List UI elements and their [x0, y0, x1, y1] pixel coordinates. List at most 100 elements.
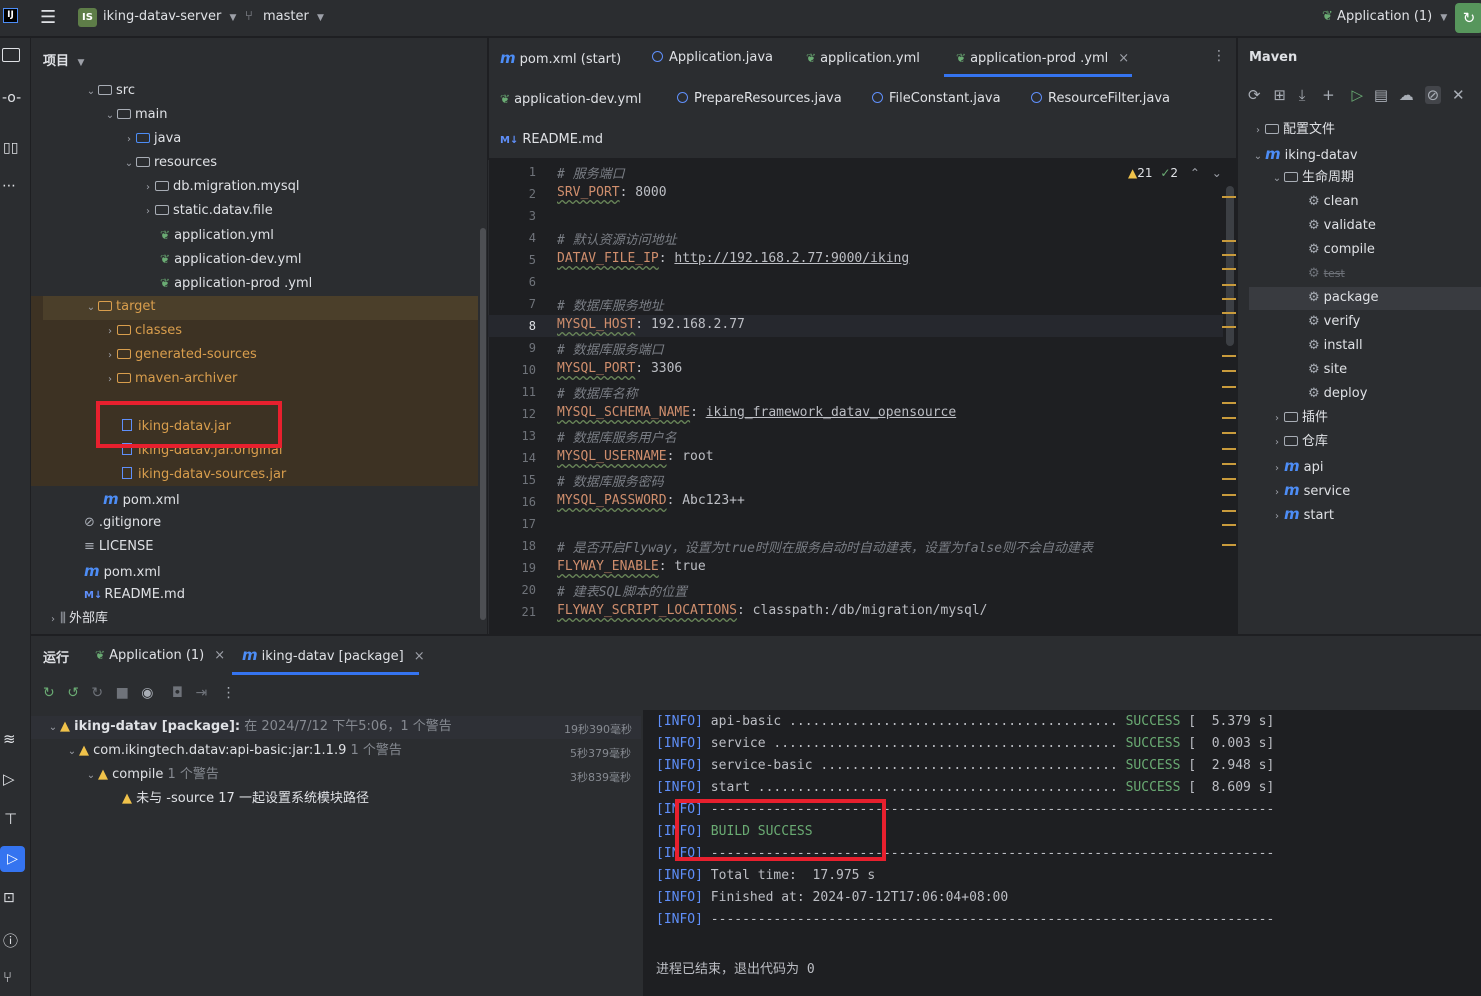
tree-item-license[interactable]: ≡ LICENSE: [84, 535, 153, 559]
skip-tests-icon[interactable]: ⊘: [1424, 86, 1442, 104]
tree-item-root-pom[interactable]: m pom.xml: [84, 559, 161, 583]
add-folder-icon[interactable]: ⊞: [1273, 86, 1286, 104]
restart-icon[interactable]: ↻: [91, 685, 103, 701]
maven-profiles[interactable]: › 配置文件: [1251, 118, 1335, 142]
build-tool-icon[interactable]: ⊤: [4, 810, 17, 828]
tab-pom-start[interactable]: m pom.xml (start): [500, 38, 621, 78]
tree-item-java[interactable]: › java: [122, 127, 181, 151]
maven-goal-test[interactable]: ⚙ test: [1308, 262, 1345, 286]
maven-goal-verify[interactable]: ⚙ verify: [1308, 310, 1360, 334]
layers-tool-icon[interactable]: ≋: [3, 730, 16, 748]
execute-goal-icon[interactable]: ▤: [1374, 86, 1388, 104]
tree-item-gitignore[interactable]: ⊘ .gitignore: [84, 511, 161, 535]
tab-file-constant[interactable]: FileConstant.java: [872, 79, 1001, 119]
close-tab-icon[interactable]: ×: [214, 648, 225, 663]
tab-label: application-dev.yml: [514, 92, 642, 107]
maven-goal-compile[interactable]: ⚙ compile: [1308, 238, 1375, 262]
offline-icon[interactable]: ☁: [1399, 86, 1414, 104]
maven-plugins[interactable]: › 插件: [1270, 406, 1328, 430]
run-tab-application[interactable]: ❦ Application (1) ×: [95, 635, 225, 675]
problems-tool-icon[interactable]: ⓘ: [3, 930, 18, 951]
structure-tool-icon[interactable]: ▯▯: [3, 140, 18, 156]
branch-switcher[interactable]: ⑂ master ▼: [245, 9, 324, 24]
git-tool-icon[interactable]: ⑂: [3, 968, 12, 986]
tree-item-readme[interactable]: M↓ README.md: [84, 583, 185, 607]
project-panel-header[interactable]: 项目 ▼: [43, 50, 84, 69]
exit-icon[interactable]: ⇥: [195, 685, 207, 701]
warning-stripe-mark: [1222, 417, 1236, 419]
editor-scrollbar[interactable]: [1226, 186, 1234, 346]
stop-icon[interactable]: ■: [116, 685, 129, 701]
maven-lifecycle[interactable]: ⌄ 生命周期: [1270, 166, 1354, 190]
build-warning-item[interactable]: ▲ 未与 -source 17 一起设置系统模块路径: [122, 787, 369, 811]
commit-tool-icon[interactable]: -o-: [2, 90, 21, 106]
tree-item-module-pom[interactable]: m pom.xml: [103, 487, 180, 511]
maven-module-start[interactable]: › m start: [1270, 502, 1334, 526]
tree-item-resources[interactable]: ⌄ resources: [122, 151, 217, 175]
tree-item-iking-datav-sources-jar[interactable]: iking-datav-sources.jar: [122, 463, 286, 487]
tree-item-application-yml[interactable]: ❦ application.yml: [160, 223, 274, 247]
tree-item-application-prod-yml[interactable]: ❦ application-prod .yml: [160, 271, 312, 295]
tab-prepare-resources[interactable]: PrepareResources.java: [677, 79, 842, 119]
tabs-menu-icon[interactable]: ⋮: [1212, 48, 1226, 64]
tab-resource-filter[interactable]: ResourceFilter.java: [1031, 79, 1170, 119]
run-tool-icon[interactable]: ▷: [0, 846, 25, 872]
maven-project-iking-datav[interactable]: ⌄ m iking-datav: [1251, 142, 1358, 166]
camera-icon[interactable]: ◘: [172, 685, 183, 701]
tree-item-src[interactable]: ⌄ src: [84, 79, 135, 103]
run-tab-package[interactable]: m iking-datav [package] ×: [232, 635, 425, 675]
tree-item-application-dev-yml[interactable]: ❦ application-dev.yml: [160, 247, 302, 271]
chevron-up-icon[interactable]: ⌃: [1190, 166, 1200, 180]
chevron-down-icon[interactable]: ⌄: [1212, 166, 1222, 180]
project-scrollbar[interactable]: [480, 228, 486, 620]
tab-application-yml[interactable]: ❦ application.yml: [806, 38, 920, 78]
maven-repositories[interactable]: › 仓库: [1270, 430, 1328, 454]
app-logo-icon[interactable]: IJ: [3, 8, 18, 23]
maven-goal-package[interactable]: ⚙ package: [1308, 286, 1379, 310]
tree-item-db-migration[interactable]: › db.migration.mysql: [141, 175, 300, 199]
close-tab-icon[interactable]: ×: [1118, 51, 1129, 66]
tree-item-generated-sources[interactable]: › generated-sources: [103, 343, 257, 367]
tree-item-static-datav[interactable]: › static.datav.file: [141, 199, 273, 223]
tree-item-classes[interactable]: › classes: [103, 319, 182, 343]
maven-module-api[interactable]: › m api: [1270, 454, 1323, 478]
reload-icon[interactable]: ⟳: [1248, 86, 1261, 104]
main-menu-icon[interactable]: ☰: [40, 9, 56, 27]
view-icon[interactable]: ◉: [141, 685, 153, 701]
tree-item-external-libraries[interactable]: › ⫼ 外部库: [46, 607, 108, 631]
tab-application-dev-yml[interactable]: ❦ application-dev.yml: [500, 79, 642, 119]
rerun-failed-icon[interactable]: ↺: [67, 685, 79, 701]
maven-goal-install[interactable]: ⚙ install: [1308, 334, 1363, 358]
more-icon[interactable]: ⋮: [222, 685, 236, 701]
run-icon[interactable]: ▷: [1352, 86, 1364, 104]
tab-application-prod-yml[interactable]: ❦ application-prod .yml ×: [944, 38, 1132, 78]
inspection-widget[interactable]: ▲21 ✓2 ⌃ ⌄: [1128, 166, 1222, 180]
build-compile-item[interactable]: ⌄ ▲ compile 1 个警告: [84, 763, 219, 787]
tree-label: classes: [135, 323, 183, 338]
more-tools-icon[interactable]: ⋯: [2, 178, 16, 194]
tree-item-main[interactable]: ⌄ main: [103, 103, 168, 127]
build-module-item[interactable]: ⌄ ▲ com.ikingtech.datav:api-basic:jar:1.1…: [65, 739, 402, 763]
run-config-selector[interactable]: ❦ Application (1) ▼: [1322, 9, 1447, 24]
tree-item-target[interactable]: ⌄ target: [84, 295, 156, 319]
tab-readme[interactable]: M↓ README.md: [500, 120, 603, 160]
maven-goal-deploy[interactable]: ⚙ deploy: [1308, 382, 1367, 406]
tree-item-maven-archiver[interactable]: › maven-archiver: [103, 367, 237, 391]
download-icon[interactable]: ⤓: [1299, 86, 1306, 104]
plus-icon[interactable]: +: [1322, 86, 1335, 104]
maven-goal-site[interactable]: ⚙ site: [1308, 358, 1347, 382]
tab-application-java[interactable]: Application.java: [652, 38, 773, 78]
maven-module-service[interactable]: › m service: [1270, 478, 1350, 502]
build-root-item[interactable]: ⌄ ▲ iking-datav [package]: 在 2024/7/12 下午…: [46, 715, 452, 739]
maven-goal-validate[interactable]: ⚙ validate: [1308, 214, 1376, 238]
project-tool-icon[interactable]: [2, 48, 20, 62]
line-number: 12: [521, 407, 536, 421]
project-switcher[interactable]: iking-datav-server ▼: [103, 9, 236, 24]
close-tab-icon[interactable]: ×: [414, 649, 425, 664]
rerun-icon[interactable]: ↻: [43, 685, 55, 701]
rerun-button[interactable]: ↻: [1455, 3, 1481, 33]
maven-goal-clean[interactable]: ⚙ clean: [1308, 190, 1359, 214]
terminal-tool-icon[interactable]: ⊡: [3, 890, 15, 906]
services-tool-icon[interactable]: ▷: [3, 770, 15, 788]
collapse-icon[interactable]: ✕: [1452, 86, 1465, 104]
